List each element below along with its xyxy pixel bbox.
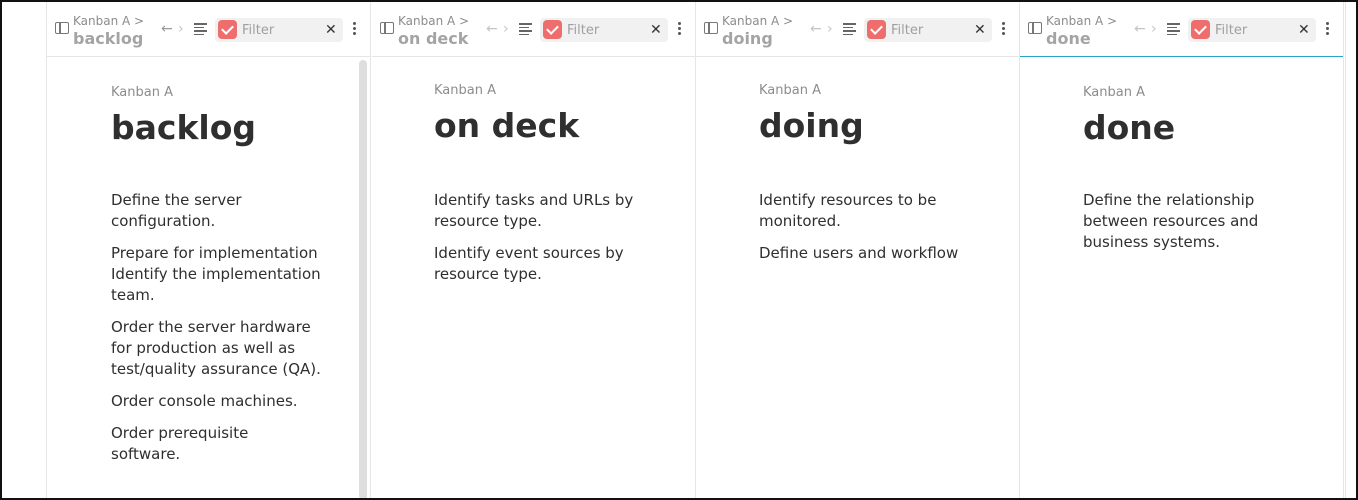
scrollbar[interactable] [359,60,367,498]
pane-on-deck: Kanban A > on deck ← › ✕ Kanban A on dec… [372,2,696,498]
pane-header: Kanban A > backlog ← › ✕ [47,2,370,57]
note-title: backlog [111,108,257,147]
close-icon[interactable]: ✕ [650,21,662,39]
filter-box: ✕ [540,18,668,42]
card-item[interactable]: Prepare for implementation Identify the … [111,243,321,306]
close-icon[interactable]: ✕ [325,21,337,39]
arrow-right-icon[interactable]: › [1151,22,1157,36]
close-icon[interactable]: ✕ [1298,21,1310,39]
note-content: Kanban A backlog Define the server confi… [111,62,370,498]
filter-box: ✕ [864,18,992,42]
card-item[interactable]: Identify resources to be monitored. [759,190,969,232]
breadcrumb[interactable]: Kanban A > [398,14,469,28]
pane-header: Kanban A > doing ← › ✕ [696,2,1019,57]
note-content: Kanban A doing Identify resources to be … [759,62,1019,498]
filter-input[interactable] [242,21,322,39]
align-lines-icon[interactable] [194,23,207,35]
card-list: Identify resources to be monitored. Defi… [759,190,969,275]
align-lines-icon[interactable] [1167,23,1180,35]
card-item[interactable]: Order prerequisite software. [111,423,321,465]
more-vertical-icon[interactable] [1326,22,1330,36]
card-item[interactable]: Order the server hardware for production… [111,317,321,380]
right-ribbon [1345,2,1356,498]
arrow-left-icon[interactable]: ← [486,22,498,36]
checkbox-icon[interactable] [543,20,562,39]
note-content: Kanban A done Define the relationship be… [1083,62,1343,498]
sidebar-toggle-icon[interactable] [55,22,69,34]
note-content: Kanban A on deck Identify tasks and URLs… [434,62,695,498]
note-title: doing [759,106,864,145]
arrow-right-icon[interactable]: › [178,22,184,36]
arrow-right-icon[interactable]: › [827,22,833,36]
left-ribbon [2,2,47,498]
pane-doing: Kanban A > doing ← › ✕ Kanban A doing Id… [696,2,1020,498]
content-breadcrumb: Kanban A [759,83,821,98]
sidebar-toggle-icon[interactable] [1028,22,1042,34]
align-lines-icon[interactable] [519,23,532,35]
content-breadcrumb: Kanban A [434,83,496,98]
card-list: Define the relationship between resource… [1083,190,1293,264]
checkbox-icon[interactable] [867,20,886,39]
checkbox-icon[interactable] [1191,20,1210,39]
app-window: Kanban A > backlog ← › ✕ Kanban A backlo… [0,0,1358,500]
note-title: on deck [434,106,580,145]
card-item[interactable]: Order console machines. [111,391,321,412]
card-item[interactable]: Identify tasks and URLs by resource type… [434,190,644,232]
more-vertical-icon[interactable] [678,22,682,36]
filter-input[interactable] [891,21,971,39]
tab-title[interactable]: done [1046,29,1091,48]
card-list: Identify tasks and URLs by resource type… [434,190,644,296]
card-item[interactable]: Define users and workflow [759,243,969,264]
card-list: Define the server configuration. Prepare… [111,190,321,476]
arrow-left-icon[interactable]: ← [810,22,822,36]
filter-input[interactable] [567,21,647,39]
sidebar-toggle-icon[interactable] [704,22,718,34]
filter-box: ✕ [1188,18,1316,42]
card-item[interactable]: Define the relationship between resource… [1083,190,1293,253]
tab-title[interactable]: on deck [398,29,468,48]
arrow-left-icon[interactable]: ← [161,22,173,36]
content-breadcrumb: Kanban A [111,85,173,100]
filter-input[interactable] [1215,21,1295,39]
arrow-left-icon[interactable]: ← [1134,22,1146,36]
card-item[interactable]: Identify event sources by resource type. [434,243,644,285]
tab-title[interactable]: doing [722,29,773,48]
pane-header: Kanban A > done ← › ✕ [1020,2,1343,57]
content-breadcrumb: Kanban A [1083,85,1145,100]
close-icon[interactable]: ✕ [974,21,986,39]
pane-done: Kanban A > done ← › ✕ Kanban A done Defi… [1020,2,1344,498]
breadcrumb[interactable]: Kanban A > [722,14,793,28]
pane-header: Kanban A > on deck ← › ✕ [372,2,695,57]
more-vertical-icon[interactable] [353,22,357,36]
checkbox-icon[interactable] [218,20,237,39]
note-title: done [1083,108,1176,147]
breadcrumb[interactable]: Kanban A > [1046,14,1117,28]
align-lines-icon[interactable] [843,23,856,35]
arrow-right-icon[interactable]: › [503,22,509,36]
sidebar-toggle-icon[interactable] [380,22,394,34]
card-item[interactable]: Define the server configuration. [111,190,321,232]
pane-backlog: Kanban A > backlog ← › ✕ Kanban A backlo… [47,2,371,498]
tab-title[interactable]: backlog [73,29,143,48]
breadcrumb[interactable]: Kanban A > [73,14,144,28]
more-vertical-icon[interactable] [1002,22,1006,36]
filter-box: ✕ [215,18,343,42]
